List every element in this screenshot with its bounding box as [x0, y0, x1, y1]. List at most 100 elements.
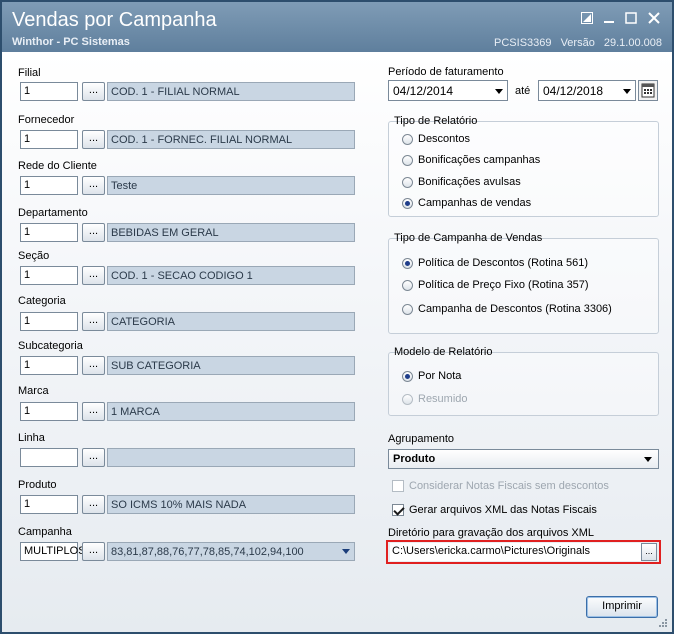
checkbox-box[interactable] — [392, 480, 404, 492]
tipo-relatorio-title: Tipo de Relatório — [394, 115, 478, 127]
fornecedor-description: COD. 1 - FORNEC. FILIAL NORMAL — [107, 130, 355, 149]
modelo-group — [388, 352, 659, 416]
tipo-campanha-option-label: Política de Descontos (Rotina 561) — [418, 257, 588, 269]
maximize-icon[interactable] — [622, 10, 640, 26]
tipo-campanha-title: Tipo de Campanha de Vendas — [394, 232, 543, 244]
window-title: Vendas por Campanha — [12, 9, 217, 31]
radio-dot[interactable] — [402, 134, 413, 145]
subcategoria-code-input[interactable]: 1 — [20, 356, 78, 375]
tipo-relatorio-option-label: Descontos — [418, 133, 470, 145]
fornecedor-label: Fornecedor — [18, 114, 75, 126]
chevron-down-icon[interactable] — [495, 89, 503, 94]
categoria-code-input[interactable]: 1 — [20, 312, 78, 331]
edit-icon[interactable] — [578, 10, 596, 26]
subcategoria-description: SUB CATEGORIA — [107, 356, 355, 375]
minimize-icon[interactable] — [600, 10, 618, 26]
marca-code-input[interactable]: 1 — [20, 402, 78, 421]
rede-do-cliente-search-button[interactable]: ... — [82, 176, 105, 195]
radio-dot[interactable] — [402, 371, 413, 382]
version-info: PCSIS3369 Versão 29.1.00.008 — [488, 37, 662, 49]
radio-dot[interactable] — [402, 280, 413, 291]
fornecedor-code-input[interactable]: 1 — [20, 130, 78, 149]
filial-label: Filial — [18, 67, 41, 79]
secao-label: Seção — [18, 250, 50, 262]
categoria-search-button[interactable]: ... — [82, 312, 105, 331]
fornecedor-search-button[interactable]: ... — [82, 130, 105, 149]
secao-search-button[interactable]: ... — [82, 266, 105, 285]
title-bar: Vendas por Campanha Winthor - PC Sistema… — [2, 2, 672, 52]
produto-search-button[interactable]: ... — [82, 495, 105, 514]
filial-description-text: COD. 1 - FILIAL NORMAL — [111, 86, 240, 98]
campanha-description[interactable]: 83,81,87,88,76,77,78,85,74,102,94,100 — [107, 542, 355, 561]
produto-label: Produto — [18, 479, 57, 491]
marca-search-button[interactable]: ... — [82, 402, 105, 421]
departamento-description-text: BEBIDAS EM GERAL — [111, 227, 219, 239]
filial-code-input[interactable]: 1 — [20, 82, 78, 101]
until-label: até — [515, 85, 531, 97]
departamento-code-input[interactable]: 1 — [20, 223, 78, 242]
tipo-relatorio-option-label: Bonificações campanhas — [418, 154, 541, 166]
end-date-value: 04/12/2018 — [543, 84, 604, 98]
browse-button[interactable]: ... — [641, 543, 657, 561]
marca-label: Marca — [18, 385, 49, 397]
agrupamento-select[interactable]: Produto — [388, 449, 659, 469]
resize-grip-icon[interactable] — [658, 618, 668, 628]
secao-description: COD. 1 - SECAO CODIGO 1 — [107, 266, 355, 285]
campanha-code-input[interactable]: MULTIPLOS — [20, 542, 86, 561]
chevron-down-icon[interactable] — [623, 89, 631, 94]
marca-description: 1 MARCA — [107, 402, 355, 421]
campanha-label: Campanha — [18, 526, 72, 538]
radio-dot[interactable] — [402, 198, 413, 209]
agrupamento-value: Produto — [393, 453, 436, 465]
chevron-down-icon[interactable] — [644, 457, 652, 462]
modelo-option-label: Por Nota — [418, 370, 462, 382]
report-window: Vendas por Campanha Winthor - PC Sistema… — [0, 0, 674, 634]
categoria-label: Categoria — [18, 295, 66, 307]
filial-description: COD. 1 - FILIAL NORMAL — [107, 82, 355, 101]
secao-code-input[interactable]: 1 — [20, 266, 78, 285]
departamento-label: Departamento — [18, 207, 88, 219]
secao-description-text: COD. 1 - SECAO CODIGO 1 — [111, 270, 253, 282]
linha-label: Linha — [18, 432, 45, 444]
calendar-icon[interactable] — [638, 80, 658, 101]
modelo-option-label: Resumido — [418, 393, 468, 405]
periodo-label: Período de faturamento — [388, 66, 504, 78]
rede-do-cliente-label: Rede do Cliente — [18, 160, 97, 172]
campanha-search-button[interactable]: ... — [82, 542, 105, 561]
filial-search-button[interactable]: ... — [82, 82, 105, 101]
departamento-search-button[interactable]: ... — [82, 223, 105, 242]
departamento-description: BEBIDAS EM GERAL — [107, 223, 355, 242]
print-button[interactable]: Imprimir — [586, 596, 658, 618]
categoria-description: CATEGORIA — [107, 312, 355, 331]
chevron-down-icon[interactable] — [342, 549, 350, 554]
radio-dot[interactable] — [402, 304, 413, 315]
close-icon[interactable] — [645, 10, 663, 26]
radio-dot[interactable] — [402, 155, 413, 166]
version-label: Versão — [560, 37, 595, 49]
linha-search-button[interactable]: ... — [82, 448, 105, 467]
subcategoria-search-button[interactable]: ... — [82, 356, 105, 375]
program-code: PCSIS3369 — [494, 37, 552, 49]
marca-description-text: 1 MARCA — [111, 406, 160, 418]
fornecedor-description-text: COD. 1 - FORNEC. FILIAL NORMAL — [111, 134, 293, 146]
produto-description-text: SO ICMS 10% MAIS NADA — [111, 499, 247, 511]
produto-description: SO ICMS 10% MAIS NADA — [107, 495, 355, 514]
subcategoria-label: Subcategoria — [18, 340, 83, 352]
rede-do-cliente-code-input[interactable]: 1 — [20, 176, 78, 195]
agrupamento-label: Agrupamento — [388, 433, 455, 445]
gerar-xml-label: Gerar arquivos XML das Notas Fiscais — [409, 504, 597, 516]
categoria-description-text: CATEGORIA — [111, 316, 175, 328]
modelo-title: Modelo de Relatório — [394, 346, 493, 358]
diretorio-highlight: C:\Users\ericka.carmo\Pictures\Originals… — [386, 540, 661, 564]
start-date-input[interactable]: 04/12/2014 — [388, 80, 508, 101]
diretorio-input[interactable]: C:\Users\ericka.carmo\Pictures\Originals — [390, 543, 642, 561]
linha-code-input[interactable] — [20, 448, 78, 467]
radio-dot[interactable] — [402, 177, 413, 188]
checkbox-box[interactable] — [392, 504, 404, 516]
radio-dot[interactable] — [402, 258, 413, 269]
produto-code-input[interactable]: 1 — [20, 495, 78, 514]
tipo-relatorio-option-label: Bonificações avulsas — [418, 176, 521, 188]
radio-dot[interactable] — [402, 394, 413, 405]
subcategoria-description-text: SUB CATEGORIA — [111, 360, 201, 372]
end-date-input[interactable]: 04/12/2018 — [538, 80, 636, 101]
